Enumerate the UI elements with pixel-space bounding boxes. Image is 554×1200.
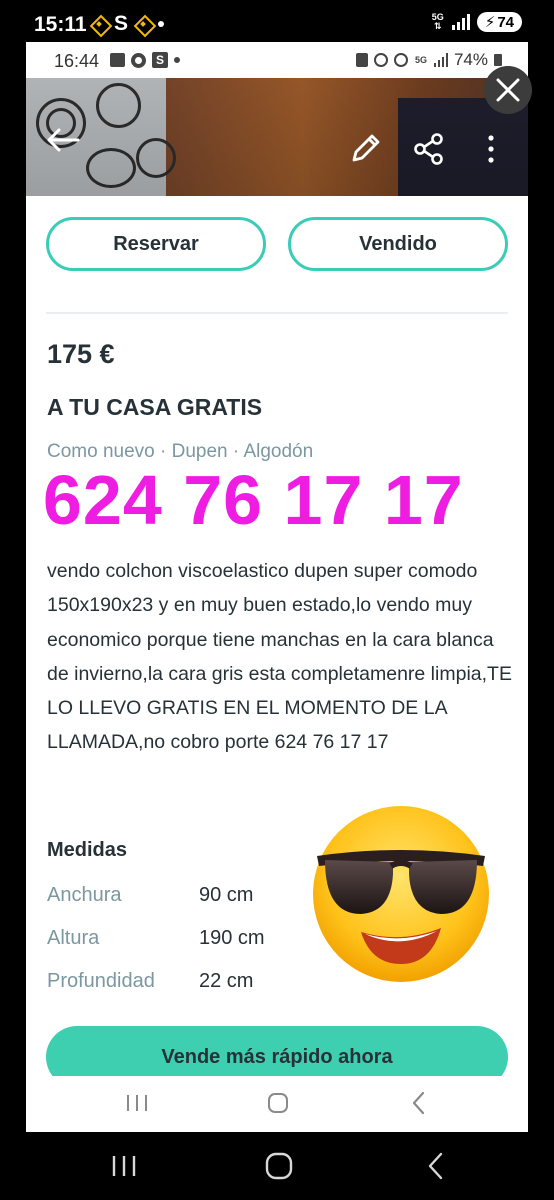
listing-title: A TU CASA GRATIS	[47, 394, 263, 420]
measurements-heading: Medidas	[47, 839, 128, 861]
product-image-header[interactable]	[26, 78, 528, 196]
more-vert-icon[interactable]	[484, 134, 498, 164]
network-5g-icon: 5G ⇅	[431, 12, 444, 31]
price: 175 €	[47, 339, 115, 369]
measurement-value: 22 cm	[199, 970, 254, 992]
back-icon[interactable]	[420, 1150, 452, 1182]
battery-icon: ⚡ 74	[476, 12, 522, 32]
recents-icon[interactable]	[122, 1090, 152, 1116]
sunglasses-emoji	[313, 806, 489, 982]
signal-icon	[433, 53, 448, 67]
more-notifications-dot-icon	[158, 21, 165, 27]
s-app-icon: S	[114, 12, 129, 35]
phone-number-overlay: 624 76 17 17	[43, 461, 464, 539]
s-app-icon: S	[152, 52, 168, 68]
pencil-icon[interactable]	[348, 132, 382, 166]
signal-icon	[451, 14, 470, 30]
sim-icon	[355, 53, 368, 67]
inner-notification-icons: S	[110, 52, 180, 68]
app-screen: 16:44 S 5G 74% Reservar Vendido 175 € A …	[26, 42, 528, 1132]
inner-clock: 16:44	[54, 51, 100, 71]
inner-navigation-bar	[26, 1076, 528, 1132]
outer-navigation-bar	[0, 1132, 554, 1200]
outer-clock: 15:11	[34, 13, 87, 36]
home-icon[interactable]	[263, 1150, 295, 1182]
battery-percent: 74%	[453, 50, 488, 69]
binance-icon	[134, 15, 152, 33]
hotspot-icon	[393, 53, 408, 67]
outer-status-bar: 15:11 S 5G ⇅ ⚡ 74	[0, 0, 554, 48]
inner-system-icons: 5G 74%	[355, 50, 502, 70]
outer-system-icons: 5G ⇅ ⚡ 74	[431, 12, 522, 32]
network-5g-icon: 5G	[414, 54, 427, 65]
listing-description: vendo colchon viscoelastico dupen super …	[47, 560, 512, 754]
gallery-icon	[110, 53, 125, 67]
recents-icon[interactable]	[108, 1152, 140, 1180]
battery-icon	[494, 54, 502, 66]
outer-notification-icons: S	[90, 12, 165, 36]
sold-button[interactable]: Vendido	[288, 217, 508, 271]
measurement-label: Profundidad	[47, 970, 155, 992]
gear-icon	[131, 52, 146, 68]
measurement-label: Altura	[47, 927, 100, 949]
close-icon[interactable]	[484, 66, 532, 114]
seller-actions: Reservar Vendido	[46, 217, 508, 271]
reserve-button[interactable]: Reservar	[46, 217, 266, 271]
back-arrow-icon[interactable]	[46, 128, 80, 152]
alarm-icon	[373, 53, 388, 67]
back-icon[interactable]	[404, 1090, 434, 1116]
share-icon[interactable]	[412, 132, 446, 166]
divider	[46, 312, 508, 314]
measurement-value: 190 cm	[199, 927, 265, 949]
measurement-label: Anchura	[47, 884, 122, 906]
binance-icon	[90, 15, 108, 33]
inner-status-bar: 16:44 S 5G 74%	[26, 42, 528, 78]
home-icon[interactable]	[263, 1090, 293, 1116]
more-notifications-dot-icon	[174, 57, 180, 63]
measurement-value: 90 cm	[199, 884, 254, 906]
